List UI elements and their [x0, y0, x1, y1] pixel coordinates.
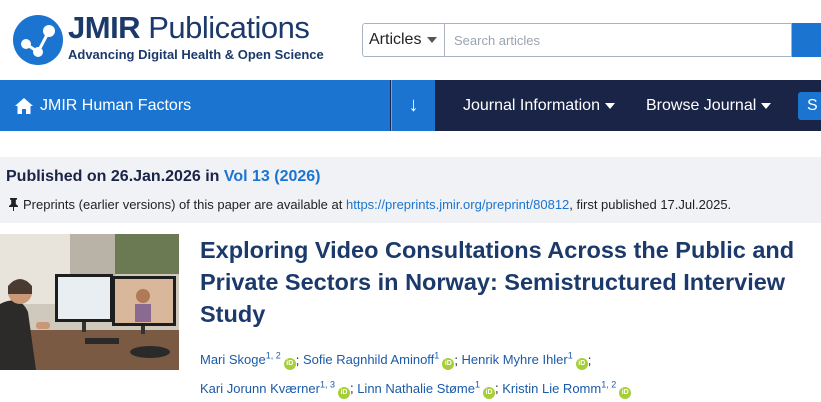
preprint-date: , first published 17.Jul.2025. — [569, 197, 732, 212]
author-affiliation: 1 — [474, 379, 480, 390]
chevron-down-icon — [604, 102, 615, 109]
article-title: Exploring Video Consultations Across the… — [200, 237, 795, 327]
brand-tagline: Advancing Digital Health & Open Science — [68, 47, 324, 62]
author-link[interactable]: Sofie Ragnhild Aminoff1 — [303, 351, 440, 368]
author-affiliation: 1 — [434, 351, 440, 361]
journal-home-link[interactable]: JMIR Human Factors — [0, 80, 390, 131]
orcid-icon[interactable]: iD — [575, 358, 588, 371]
search-bar: Articles Search articles — [362, 23, 821, 57]
jmir-logo-icon[interactable] — [12, 14, 64, 66]
arrow-down-icon[interactable]: ↓ — [391, 80, 435, 131]
author-affiliation: 1, 2 — [601, 379, 617, 390]
article-thumbnail[interactable] — [0, 234, 179, 370]
author-link[interactable]: Kristin Lie Romm1, 2 — [502, 379, 617, 396]
author-name: Henrik Myhre Ihler — [461, 352, 568, 368]
search-button[interactable] — [792, 23, 821, 57]
search-placeholder: Search articles — [454, 32, 540, 48]
browse-journal-menu[interactable]: Browse Journal — [646, 80, 772, 131]
video-consultation-image — [0, 234, 179, 370]
published-date: Published on 26.Jan.2026 in — [6, 168, 224, 185]
author-affiliation: 1, 2 — [265, 351, 281, 361]
brand[interactable]: JMIR Publications Advancing Digital Heal… — [68, 10, 324, 62]
orcid-icon[interactable]: iD — [337, 386, 350, 399]
journal-name: JMIR Human Factors — [40, 96, 192, 114]
author-affiliation: 1, 3 — [319, 379, 335, 390]
journal-information-label: Journal Information — [463, 96, 600, 114]
volume-link[interactable]: Vol 13 (2026) — [224, 168, 321, 185]
publication-info: Published on 26.Jan.2026 in Vol 13 (2026… — [0, 157, 821, 223]
author-name: Kristin Lie Romm — [502, 380, 602, 396]
search-scope-label: Articles — [369, 31, 422, 48]
preprint-text: Preprints (earlier versions) of this pap… — [23, 197, 343, 212]
home-icon — [15, 97, 33, 114]
search-scope-select[interactable]: Articles — [362, 23, 444, 57]
preprint-link[interactable]: https://preprints.jmir.org/preprint/8081… — [346, 197, 569, 212]
journal-information-menu[interactable]: Journal Information — [463, 80, 615, 131]
chevron-down-icon — [427, 37, 438, 43]
orcid-icon[interactable]: iD — [442, 358, 455, 371]
chevron-down-icon — [761, 102, 772, 109]
author-name: Linn Nathalie Støme — [357, 380, 475, 396]
author-link[interactable]: Kari Jorunn Kværner1, 3 — [200, 379, 335, 396]
pin-icon — [9, 198, 18, 211]
browse-journal-label: Browse Journal — [646, 96, 757, 114]
author-link[interactable]: Linn Nathalie Støme1 — [357, 379, 480, 396]
published-line: Published on 26.Jan.2026 in Vol 13 (2026… — [6, 168, 321, 186]
author-link[interactable]: Mari Skoge1, 2 — [200, 351, 281, 368]
submit-button[interactable]: S — [798, 92, 821, 120]
author-name: Mari Skoge — [200, 352, 266, 368]
preprint-line: Preprints (earlier versions) of this pap… — [8, 197, 731, 212]
brand-name: JMIR Publications — [68, 10, 310, 45]
author-affiliation: 1 — [567, 351, 573, 361]
orcid-icon[interactable]: iD — [483, 386, 495, 399]
orcid-icon[interactable]: iD — [283, 358, 296, 371]
author-name: Kari Jorunn Kværner — [200, 380, 320, 396]
main-nav: JMIR Human Factors ↓ Journal Information… — [0, 80, 821, 131]
site-header: JMIR Publications Advancing Digital Heal… — [0, 0, 821, 80]
orcid-icon[interactable]: iD — [619, 386, 632, 399]
search-input[interactable]: Search articles — [444, 23, 792, 57]
author-link[interactable]: Henrik Myhre Ihler1 — [461, 351, 573, 368]
author-list: Mari Skoge1, 2iD; Sofie Ragnhild Aminoff… — [200, 344, 800, 401]
author-name: Sofie Ragnhild Aminoff — [303, 352, 435, 368]
